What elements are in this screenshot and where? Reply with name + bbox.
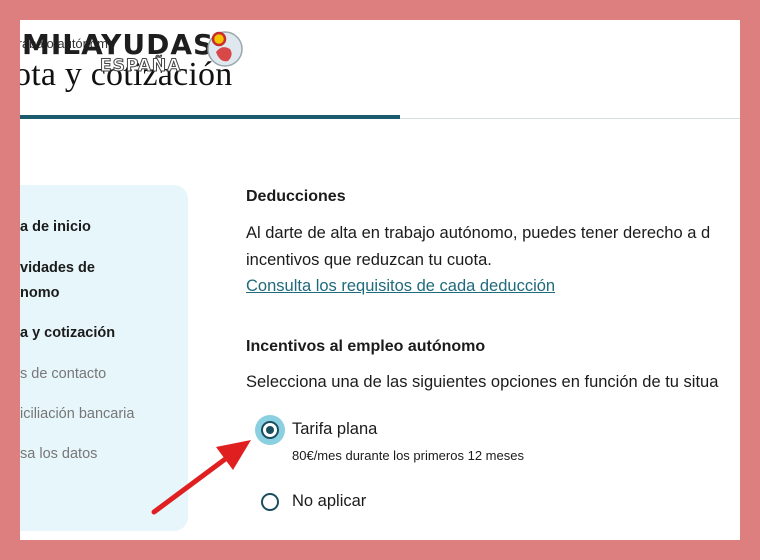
deducciones-heading: Deducciones (246, 188, 346, 205)
sidebar-item-datos-de-contacto[interactable]: s de contacto (20, 366, 106, 382)
tarifa-plana-radio[interactable] (261, 421, 279, 439)
sidebar-item-actividades-line2[interactable]: nomo (20, 285, 59, 301)
incentivos-description: Selecciona una de las siguientes opcione… (246, 373, 719, 391)
sidebar-item-fecha-de-inicio[interactable]: a de inicio (20, 219, 91, 235)
deducciones-text-line2: incentivos que reduzcan tu cuota. (246, 251, 492, 269)
requisitos-deduccion-link[interactable]: Consulta los requisitos de cada deducció… (246, 277, 555, 296)
screenshot-frame: trabajo autónomo ota y cotización MILAYU… (20, 20, 740, 540)
sidebar-item-cuota-y-cotizacion[interactable]: a y cotización (20, 325, 115, 341)
tarifa-plana-label[interactable]: Tarifa plana (292, 420, 377, 439)
sidebar-item-actividades-line1[interactable]: vidades de (20, 260, 95, 276)
no-aplicar-label[interactable]: No aplicar (292, 492, 366, 511)
sidebar: a de inicio vidades de nomo a y cotizaci… (20, 185, 188, 531)
main-content: Deducciones Al darte de alta en trabajo … (246, 20, 740, 540)
no-aplicar-radio[interactable] (261, 493, 279, 511)
deducciones-text-line1: Al darte de alta en trabajo autónomo, pu… (246, 224, 711, 242)
incentivos-heading: Incentivos al empleo autónomo (246, 338, 486, 355)
tarifa-plana-hint: 80€/mes durante los primeros 12 meses (292, 448, 524, 463)
page-title: ota y cotización (20, 56, 233, 93)
sidebar-item-revisa-los-datos[interactable]: sa los datos (20, 446, 97, 462)
breadcrumb[interactable]: trabajo autónomo (20, 36, 115, 51)
sidebar-item-domiciliacion-bancaria[interactable]: iciliación bancaria (20, 406, 134, 422)
